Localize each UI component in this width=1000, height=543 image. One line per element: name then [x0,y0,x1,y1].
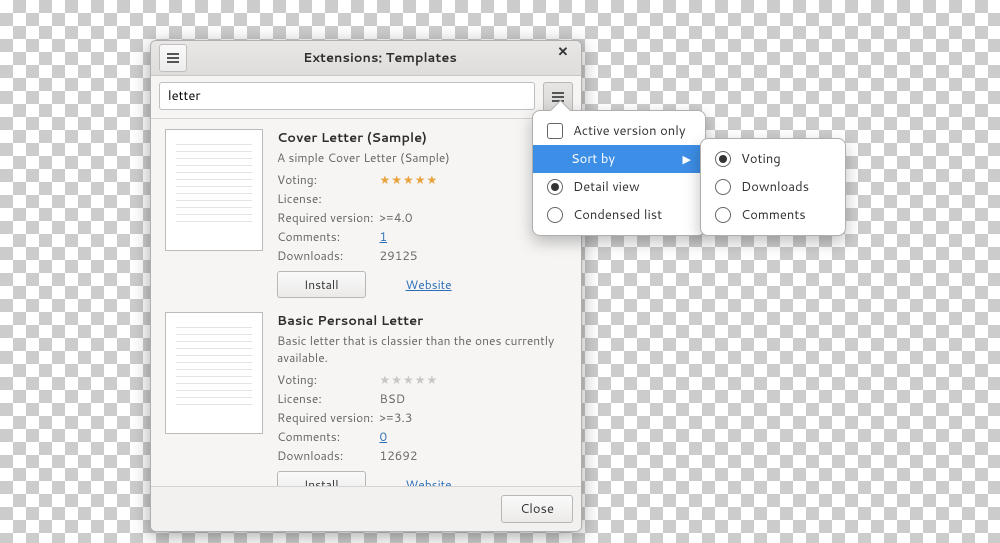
options-popover: Active version only Sort by ▶ Detail vie… [532,110,706,236]
result-meta: Cover Letter (Sample) A simple Cover Let… [277,129,567,298]
license-value: BSD [379,389,444,408]
menu-label: Downloads [741,178,809,196]
menu-active-version-only[interactable]: Active version only [533,117,705,145]
downloads-value: 12692 [379,446,444,465]
close-button[interactable]: Close [501,495,573,523]
radio-icon [715,151,731,167]
radio-icon [715,179,731,195]
license-label: License: [277,189,379,208]
downloads-label: Downloads: [277,246,379,265]
main-menu-button[interactable] [159,44,187,72]
menu-condensed-list[interactable]: Condensed list [533,201,705,229]
menu-label: Condensed list [573,206,662,224]
sort-downloads[interactable]: Downloads [701,173,845,201]
install-button[interactable]: Install [277,471,366,486]
results-list[interactable]: Cover Letter (Sample) A simple Cover Let… [151,119,581,486]
required-version-label: Required version: [277,208,379,227]
window-title: Extensions: Templates [187,49,573,67]
radio-icon [547,179,563,195]
menu-label: Sort by [571,150,615,168]
downloads-value: 29125 [379,246,444,265]
rating-stars: ★★★★★ [379,171,438,188]
radio-icon [715,207,731,223]
result-description: A simple Cover Letter (Sample) [277,149,567,166]
required-version-label: Required version: [277,408,379,427]
required-version-value: >=4.0 [379,208,444,227]
install-button[interactable]: Install [277,271,366,298]
titlebar: Extensions: Templates ✕ [151,41,581,76]
search-row [151,76,581,119]
result-title: Basic Personal Letter [277,312,567,330]
license-value [379,189,444,208]
result-item: Cover Letter (Sample) A simple Cover Let… [165,129,567,298]
menu-label: Comments [741,206,806,224]
template-thumbnail[interactable] [165,312,263,434]
voting-label: Voting: [277,170,379,189]
menu-label: Active version only [573,122,686,140]
extensions-templates-dialog: Extensions: Templates ✕ Cover Letter (Sa… [150,40,582,532]
required-version-value: >=3.3 [379,408,444,427]
submenu-arrow-icon: ▶ [683,151,691,167]
downloads-label: Downloads: [277,446,379,465]
close-icon: ✕ [558,43,569,61]
menu-detail-view[interactable]: Detail view [533,173,705,201]
menu-sort-by[interactable]: Sort by ▶ [533,145,705,173]
menu-label: Voting [741,150,781,168]
sort-comments[interactable]: Comments [701,201,845,229]
license-label: License: [277,389,379,408]
website-link[interactable]: Website [406,476,452,486]
radio-icon [547,207,563,223]
checkbox-icon [547,123,563,139]
comments-label: Comments: [277,427,379,446]
close-window-button[interactable]: ✕ [551,40,575,64]
comments-label: Comments: [277,227,379,246]
hamburger-icon [167,53,179,63]
sort-by-submenu: Voting Downloads Comments [700,138,846,236]
rating-stars: ★★★★★ [379,371,438,388]
search-input[interactable] [159,82,535,110]
result-title: Cover Letter (Sample) [277,129,567,147]
comments-link[interactable]: 1 [379,228,387,245]
menu-label: Detail view [573,178,640,196]
result-description: Basic letter that is classier than the o… [277,332,567,366]
result-item: Basic Personal Letter Basic letter that … [165,312,567,486]
comments-link[interactable]: 0 [379,428,387,445]
dialog-footer: Close [151,486,581,531]
sort-voting[interactable]: Voting [701,145,845,173]
result-meta: Basic Personal Letter Basic letter that … [277,312,567,486]
template-thumbnail[interactable] [165,129,263,251]
website-link[interactable]: Website [406,276,452,293]
voting-label: Voting: [277,370,379,389]
